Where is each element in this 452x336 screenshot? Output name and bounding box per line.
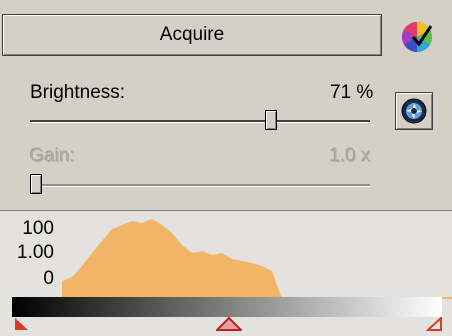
brightness-slider-thumb[interactable] — [265, 110, 278, 130]
gain-slider-track — [30, 184, 370, 186]
histogram-plot — [62, 219, 452, 299]
histogram-area — [62, 219, 452, 299]
acquire-button-label: Acquire — [159, 24, 225, 45]
brightness-value: 71 % — [330, 82, 374, 103]
auto-exposure-button[interactable] — [395, 92, 433, 130]
histogram-label-gamma: 1.00 — [17, 242, 54, 263]
white-point-marker[interactable] — [426, 317, 442, 331]
black-point-marker[interactable] — [14, 317, 30, 331]
aperture-icon — [401, 98, 427, 124]
acquire-button[interactable]: Acquire — [2, 14, 382, 56]
brightness-label: Brightness: — [30, 82, 126, 103]
grayscale-gradient-bar — [12, 297, 442, 317]
color-wheel-icon[interactable] — [400, 20, 434, 54]
gain-label: Gain: — [30, 146, 76, 167]
histogram-label-min: 0 — [43, 268, 54, 289]
histogram-label-max: 100 — [22, 218, 54, 239]
histogram-panel: 100 1.00 0 — [0, 210, 452, 336]
gain-value: 1.0 x — [330, 146, 372, 167]
brightness-slider-track[interactable] — [30, 120, 370, 122]
gain-slider-thumb — [30, 174, 42, 194]
gamma-marker[interactable] — [216, 317, 242, 331]
